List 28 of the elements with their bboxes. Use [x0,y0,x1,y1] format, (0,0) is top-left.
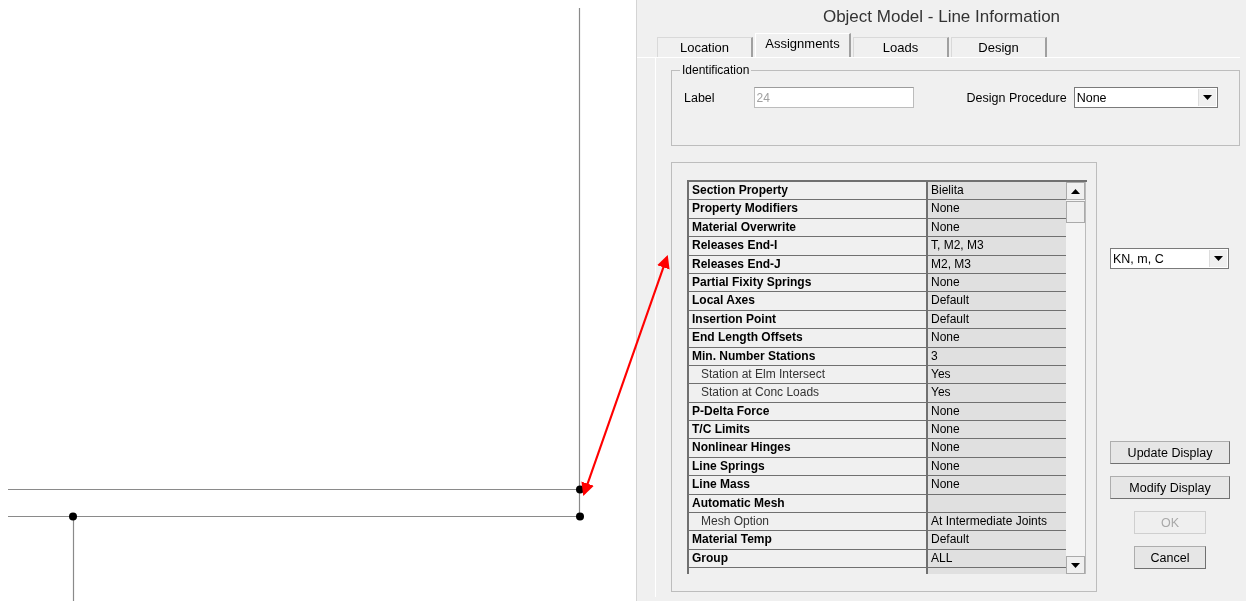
tab[interactable]: Location [657,37,753,57]
property-value[interactable]: None [928,421,1066,439]
scroll-thumb[interactable] [1066,201,1085,223]
group-legend: Identification [680,63,752,77]
property-value[interactable]: Default [928,531,1066,549]
property-value[interactable]: Bielita [928,182,1066,200]
property-value[interactable]: At Intermediate Joints [928,513,1066,531]
dialog-button[interactable]: Modify Display [1110,476,1230,499]
design-procedure-caption: Design Procedure [966,90,1067,105]
tab[interactable]: Design [951,37,1047,57]
property-value[interactable]: None [928,200,1066,218]
dialog-button[interactable]: Update Display [1110,441,1230,464]
property-value[interactable]: Default [928,292,1066,310]
dialog-button[interactable]: Cancel [1134,546,1206,569]
tab[interactable]: Assignments [755,33,851,57]
property-value[interactable]: None [928,329,1066,347]
scrollbar[interactable] [1066,182,1086,574]
scroll-down-icon[interactable] [1066,556,1085,574]
design-procedure-dropdown[interactable]: None [1073,87,1218,108]
tab[interactable]: Loads [853,37,949,57]
units-dropdown[interactable]: KN, m, C [1110,248,1229,269]
scroll-up-icon[interactable] [1066,182,1085,200]
property-value[interactable]: Yes [928,384,1066,402]
property-value[interactable]: T, M2, M3 [928,237,1066,255]
label-caption: Label [684,90,715,105]
property-value[interactable]: None [928,476,1066,494]
property-value[interactable]: None [928,439,1066,457]
window-title: Object Model - Line Information [821,6,1062,28]
